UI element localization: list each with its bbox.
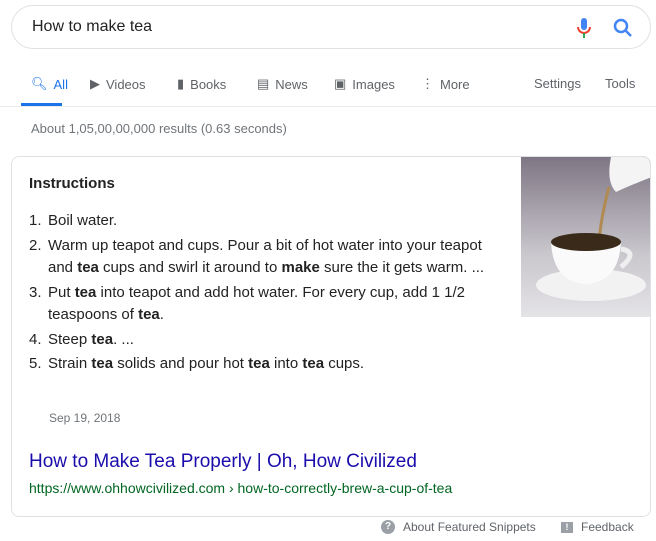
- step-text-segment: Strain: [48, 355, 92, 372]
- search-tabs: 🔍︎ All ▶ Videos ▮ Books ▤ News ▣ Images ⋮ More…: [0, 70, 656, 107]
- snippet-heading: Instructions: [29, 175, 115, 192]
- tools-link[interactable]: Tools: [605, 76, 635, 91]
- more-vert-icon: ⋮: [421, 76, 434, 91]
- step-text-segment: sure the it gets warm. ...: [319, 259, 485, 276]
- settings-label: Settings: [534, 76, 581, 91]
- help-icon: ?: [381, 520, 395, 534]
- instruction-step: 1. Boil water.: [29, 210, 499, 233]
- highlighted-term: tea: [74, 283, 97, 301]
- step-text-segment: solids and pour hot: [113, 355, 249, 372]
- search-icon: 🔍︎: [31, 76, 48, 91]
- book-icon: ▮: [177, 76, 185, 91]
- instruction-step: 2. Warm up teapot and cups. Pour a bit of…: [29, 235, 499, 280]
- feedback-link[interactable]: ! Feedback: [561, 520, 634, 534]
- result-title-link[interactable]: How to Make Tea Properly | Oh, How Civil…: [29, 451, 417, 473]
- step-text-segment: . ...: [113, 330, 134, 348]
- step-text: Put tea into teapot and add hot water. F…: [48, 282, 499, 327]
- highlighted-term: tea: [138, 306, 160, 323]
- tab-label: Images: [352, 76, 395, 92]
- step-text: Steep tea. ...: [48, 329, 134, 352]
- about-label: About Featured Snippets: [403, 520, 536, 534]
- highlighted-term: tea: [77, 259, 99, 276]
- tab-label: News: [275, 76, 308, 92]
- feedback-label: Feedback: [581, 520, 634, 534]
- tab-label: More: [440, 76, 470, 92]
- tab-news[interactable]: ▤ News: [257, 76, 308, 92]
- news-icon: ▤: [257, 76, 270, 91]
- tab-more[interactable]: ⋮ More: [421, 76, 470, 92]
- feedback-icon: !: [561, 521, 573, 533]
- instruction-step: 4. Steep tea. ...: [29, 329, 499, 352]
- highlighted-term: tea: [91, 355, 114, 372]
- search-input[interactable]: [32, 16, 552, 38]
- image-icon: ▣: [334, 76, 347, 91]
- instruction-step: 3. Put tea into teapot and add hot water.…: [29, 282, 499, 327]
- tab-videos[interactable]: ▶ Videos: [90, 76, 146, 92]
- step-text-segment: Boil water.: [48, 212, 118, 229]
- tab-all[interactable]: 🔍︎ All: [31, 76, 68, 92]
- highlighted-term: tea: [91, 330, 114, 348]
- tab-label: Books: [190, 76, 227, 92]
- step-text-segment: cups.: [324, 355, 365, 372]
- active-tab-indicator: [21, 103, 62, 106]
- step-number: 1.: [29, 212, 42, 229]
- search-icon[interactable]: [612, 17, 634, 39]
- step-number: 3.: [29, 283, 42, 301]
- step-text-segment: into: [269, 355, 303, 372]
- step-text-segment: into teapot and add hot water. For every…: [48, 283, 465, 324]
- featured-snippet: Instructions 1. Boil water. 2. Warm up teap…: [11, 156, 651, 517]
- microphone-icon[interactable]: [577, 17, 591, 39]
- step-text: Warm up teapot and cups. Pour a bit of h…: [48, 235, 499, 280]
- tab-label: All: [53, 76, 68, 92]
- settings-link[interactable]: Settings: [534, 76, 581, 91]
- video-icon: ▶: [90, 76, 100, 91]
- highlighted-term: tea: [248, 355, 270, 372]
- step-text-segment: Put: [48, 283, 75, 301]
- result-url[interactable]: https://www.ohhowcivilized.com › how-to-…: [29, 480, 452, 496]
- instruction-list: 1. Boil water. 2. Warm up teapot and cups. …: [29, 210, 499, 378]
- highlighted-term: make: [281, 259, 320, 276]
- about-featured-snippets-link[interactable]: ? About Featured Snippets: [381, 520, 536, 534]
- snippet-date: Sep 19, 2018: [49, 411, 121, 425]
- step-text: Boil water.: [48, 210, 117, 233]
- tea-cup-image[interactable]: [521, 157, 651, 317]
- step-number: 5.: [29, 355, 42, 372]
- step-number: 4.: [29, 330, 42, 348]
- tab-label: Videos: [106, 76, 146, 92]
- search-box[interactable]: [11, 5, 651, 49]
- tab-images[interactable]: ▣ Images: [334, 76, 395, 92]
- tab-books[interactable]: ▮ Books: [177, 76, 226, 92]
- result-stats: About 1,05,00,00,000 results (0.63 secon…: [31, 121, 287, 136]
- step-number: 2.: [29, 236, 42, 254]
- instruction-step: 5. Strain tea solids and pour hot tea int…: [29, 353, 499, 376]
- step-text-segment: Steep: [48, 330, 92, 348]
- step-text-segment: .: [159, 306, 164, 323]
- tools-label: Tools: [605, 76, 636, 91]
- step-text: Strain tea solids and pour hot tea into …: [48, 353, 364, 376]
- highlighted-term: tea: [302, 355, 325, 372]
- step-text-segment: cups and swirl it around to: [98, 259, 282, 276]
